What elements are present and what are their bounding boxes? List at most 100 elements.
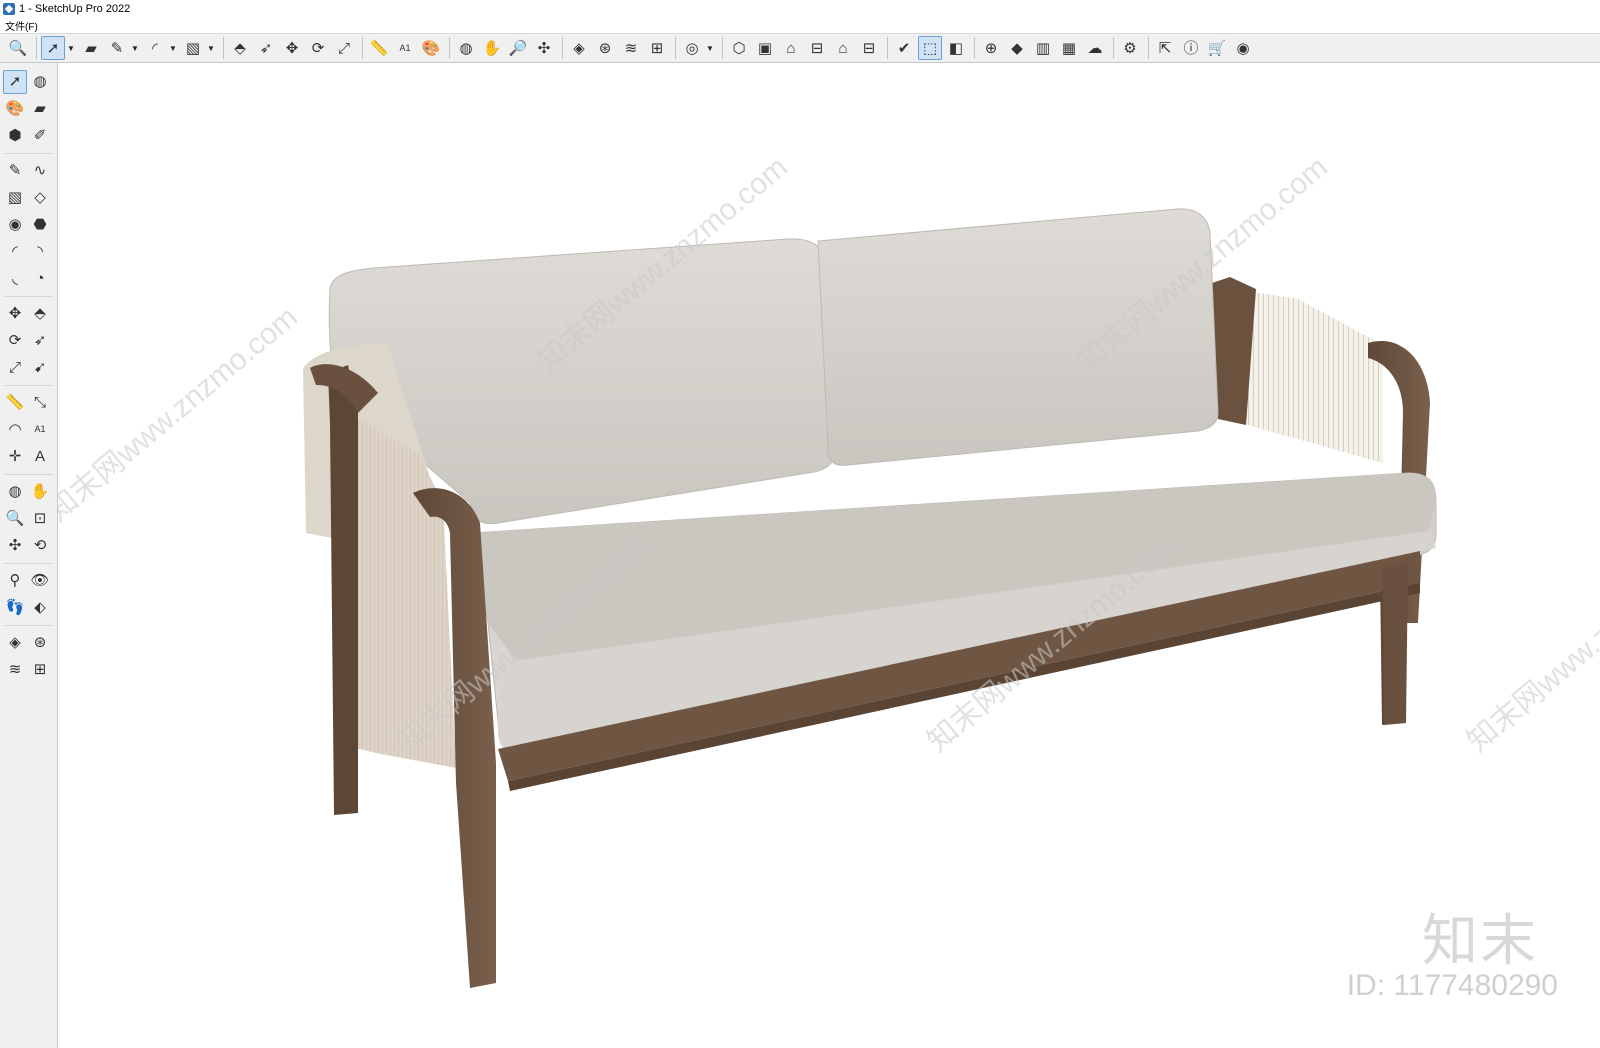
export-icon[interactable]: ⇱	[1153, 36, 1177, 60]
move-icon[interactable]: ✥	[3, 302, 27, 326]
dropdown-arrow-icon[interactable]: ▼	[131, 36, 139, 60]
position-camera-icon[interactable]: ⚲	[3, 569, 27, 593]
rotated-rectangle-icon[interactable]: ◇	[28, 186, 52, 210]
zoom-extents-icon[interactable]: ✣	[532, 36, 556, 60]
title-bar: 1 - SketchUp Pro 2022	[0, 0, 1600, 18]
3d-text-icon[interactable]: A	[28, 445, 52, 469]
offset-icon[interactable]: ➹	[28, 356, 52, 380]
eraser-icon[interactable]: ▰	[28, 97, 52, 121]
paint-bucket-icon[interactable]: 🎨	[3, 97, 27, 121]
rotate-icon[interactable]: ⟳	[3, 329, 27, 353]
orbit-icon[interactable]: ◍	[28, 70, 52, 94]
section-icon[interactable]: ⬚	[918, 36, 942, 60]
look-around-icon[interactable]: 👁	[28, 569, 52, 593]
settings-icon[interactable]: ⚙	[1118, 36, 1142, 60]
left-back-leg	[328, 365, 358, 815]
pie-icon[interactable]: ◔	[28, 267, 52, 291]
cart-icon[interactable]: 🛒	[1205, 36, 1229, 60]
cloud-icon[interactable]: ☁	[1083, 36, 1107, 60]
dimension-icon[interactable]: ⤡	[28, 391, 52, 415]
add-location-icon[interactable]: ⊕	[979, 36, 1003, 60]
line-icon[interactable]: ✎	[105, 36, 129, 60]
layers-icon[interactable]: ≋	[619, 36, 643, 60]
move-icon[interactable]: ✥	[280, 36, 304, 60]
dropdown-arrow-icon[interactable]: ▼	[207, 36, 215, 60]
previous-view-icon[interactable]: ⟲	[28, 534, 52, 558]
user-icon[interactable]: ◎	[680, 36, 704, 60]
tape-measure-icon[interactable]: 📏	[3, 391, 27, 415]
component-icon[interactable]: ⬢	[3, 124, 27, 148]
tape-measure-icon[interactable]: 📏	[367, 36, 391, 60]
scale-icon[interactable]: ⤢	[3, 356, 27, 380]
dropdown-arrow-icon[interactable]: ▼	[169, 36, 177, 60]
warehouse-icon[interactable]: ◈	[3, 631, 27, 655]
extension-icon[interactable]: ⊛	[593, 36, 617, 60]
scale-icon[interactable]: ⤢	[332, 36, 356, 60]
three-point-arc-icon[interactable]: ◟	[3, 267, 27, 291]
left-view-icon[interactable]: ⊟	[857, 36, 881, 60]
follow-me-icon[interactable]: ➶	[28, 329, 52, 353]
select-icon[interactable]: ➚	[41, 36, 65, 60]
rectangle-icon[interactable]: ▧	[181, 36, 205, 60]
iso-view-icon[interactable]: ⬡	[727, 36, 751, 60]
paint-bucket-icon[interactable]: 🎨	[419, 36, 443, 60]
right-view-icon[interactable]: ⊟	[805, 36, 829, 60]
camera-icon[interactable]: ◧	[944, 36, 968, 60]
watermark: 知末网www.znzmo.com	[58, 301, 304, 529]
zoom-tool-icon[interactable]: 🔎	[506, 36, 530, 60]
follow-me-icon[interactable]: ➶	[254, 36, 278, 60]
pan-icon[interactable]: ✋	[28, 480, 52, 504]
text-icon[interactable]: A1	[393, 36, 417, 60]
warehouse-icon[interactable]: ◈	[567, 36, 591, 60]
info-icon[interactable]: ⓘ	[1179, 36, 1203, 60]
toolbar-separator	[36, 37, 37, 59]
select-icon[interactable]: ➚	[3, 69, 27, 94]
account-icon[interactable]: ◉	[1231, 36, 1255, 60]
text-icon[interactable]: A1	[28, 418, 52, 442]
line-icon[interactable]: ✎	[3, 159, 27, 183]
protractor-icon[interactable]: ◠	[3, 418, 27, 442]
menu-file[interactable]: 文件(F)	[0, 18, 43, 33]
axes-icon[interactable]: ✛	[3, 445, 27, 469]
sketchup-logo-icon	[3, 3, 15, 15]
tool-row: ◜ ◝	[0, 238, 57, 265]
push-pull-icon[interactable]: ⬘	[28, 302, 52, 326]
front-view-icon[interactable]: ▣	[753, 36, 777, 60]
rotate-icon[interactable]: ⟳	[306, 36, 330, 60]
freehand-icon[interactable]: ∿	[28, 159, 52, 183]
building-icon[interactable]: ▥	[1031, 36, 1055, 60]
tool-row: ✛ A	[0, 443, 57, 470]
zoom-icon[interactable]: 🔍	[6, 36, 30, 60]
two-point-arc-icon[interactable]: ◝	[28, 240, 52, 264]
sandbox-icon[interactable]: ⊞	[28, 658, 52, 682]
checker-icon[interactable]: ▦	[1057, 36, 1081, 60]
top-view-icon[interactable]: ⌂	[779, 36, 803, 60]
tag-icon[interactable]: ✐	[28, 124, 52, 148]
dropdown-arrow-icon[interactable]: ▼	[67, 36, 75, 60]
zoom-extents-icon[interactable]: ✣	[3, 534, 27, 558]
polygon-icon[interactable]: ⬣	[28, 213, 52, 237]
drawing-area[interactable]: 知末网www.znzmo.com 知末网www.znzmo.com 知末网www…	[58, 63, 1600, 1048]
orbit-icon[interactable]: ◍	[454, 36, 478, 60]
shadow-icon[interactable]: ◆	[1005, 36, 1029, 60]
back-view-icon[interactable]: ⌂	[831, 36, 855, 60]
extension-icon[interactable]: ⊛	[28, 631, 52, 655]
section-plane-icon[interactable]: ⬖	[28, 596, 52, 620]
check-icon[interactable]: ✔	[892, 36, 916, 60]
sandbox-icon[interactable]: ⊞	[645, 36, 669, 60]
rectangle-icon[interactable]: ▧	[3, 186, 27, 210]
brand-id: ID: 1177480290	[1346, 969, 1558, 1002]
zoom-window-icon[interactable]: ⊡	[28, 507, 52, 531]
walk-icon[interactable]: 👣	[3, 596, 27, 620]
eraser-icon[interactable]: ▰	[79, 36, 103, 60]
push-pull-icon[interactable]: ⬘	[228, 36, 252, 60]
zoom-icon[interactable]: 🔍	[3, 507, 27, 531]
orbit-tool-icon[interactable]: ◍	[3, 480, 27, 504]
dropdown-arrow-icon[interactable]: ▼	[706, 36, 714, 60]
arc-icon[interactable]: ◜	[3, 240, 27, 264]
toolbar-separator	[449, 37, 450, 59]
circle-icon[interactable]: ◉	[3, 213, 27, 237]
layers-icon[interactable]: ≋	[3, 658, 27, 682]
arc-icon[interactable]: ◜	[143, 36, 167, 60]
pan-icon[interactable]: ✋	[480, 36, 504, 60]
